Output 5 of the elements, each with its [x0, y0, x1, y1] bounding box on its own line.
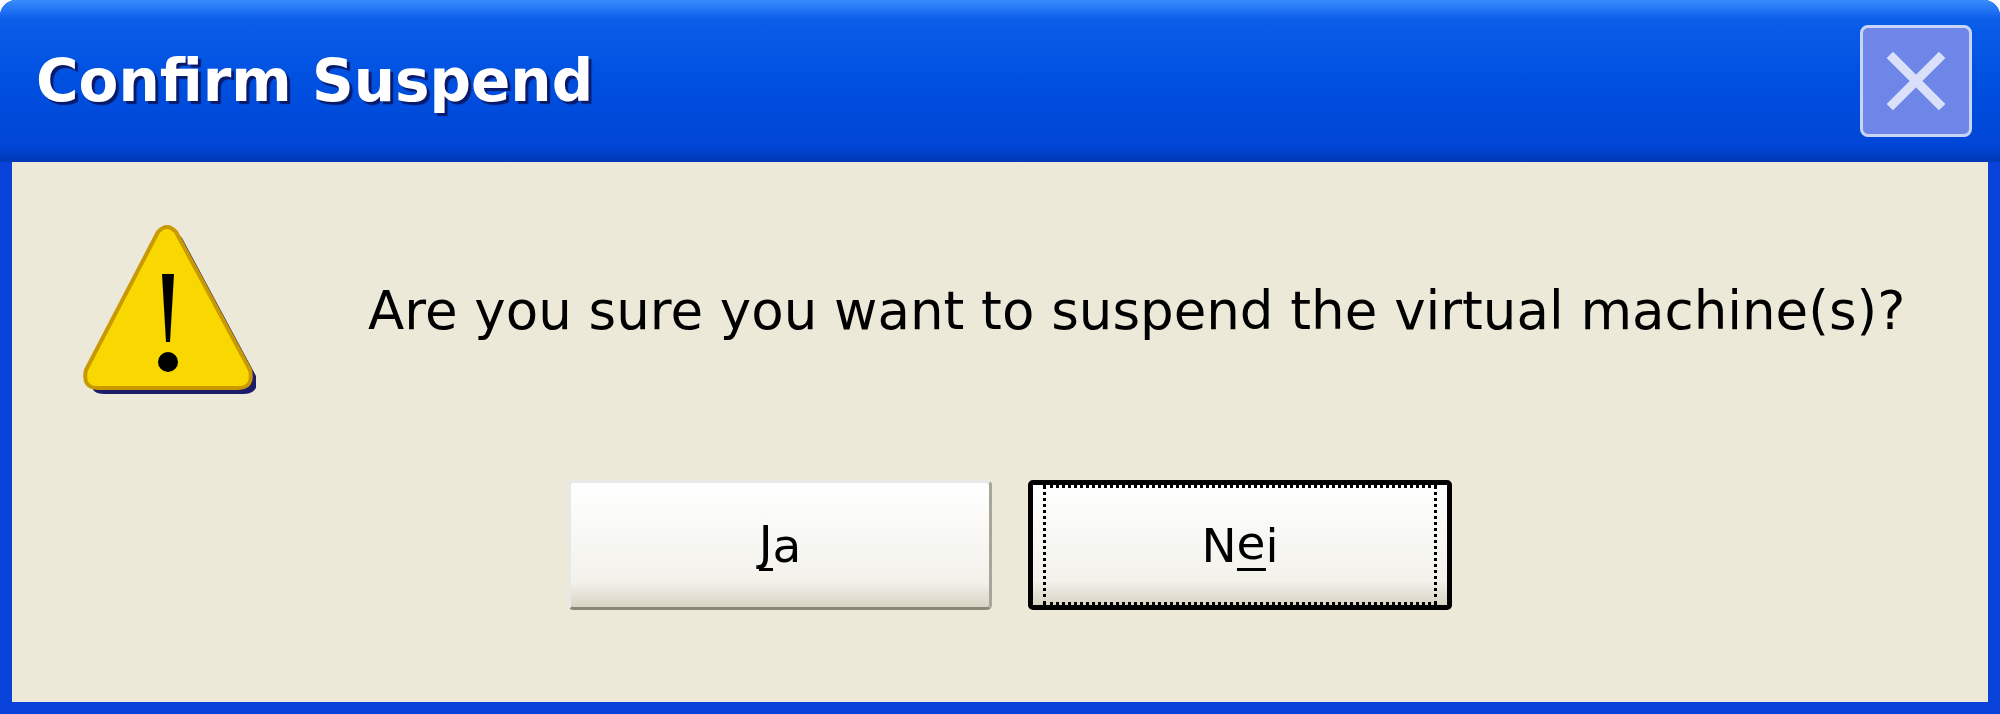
message-text: Are you sure you want to suspend the virtual machine(s)?: [368, 279, 1906, 341]
close-button[interactable]: [1860, 25, 1972, 137]
window-title: Confirm Suspend: [36, 47, 594, 115]
dialog-button[interactable]: Nei: [1028, 480, 1452, 610]
dialog-button[interactable]: Ja: [568, 480, 992, 610]
